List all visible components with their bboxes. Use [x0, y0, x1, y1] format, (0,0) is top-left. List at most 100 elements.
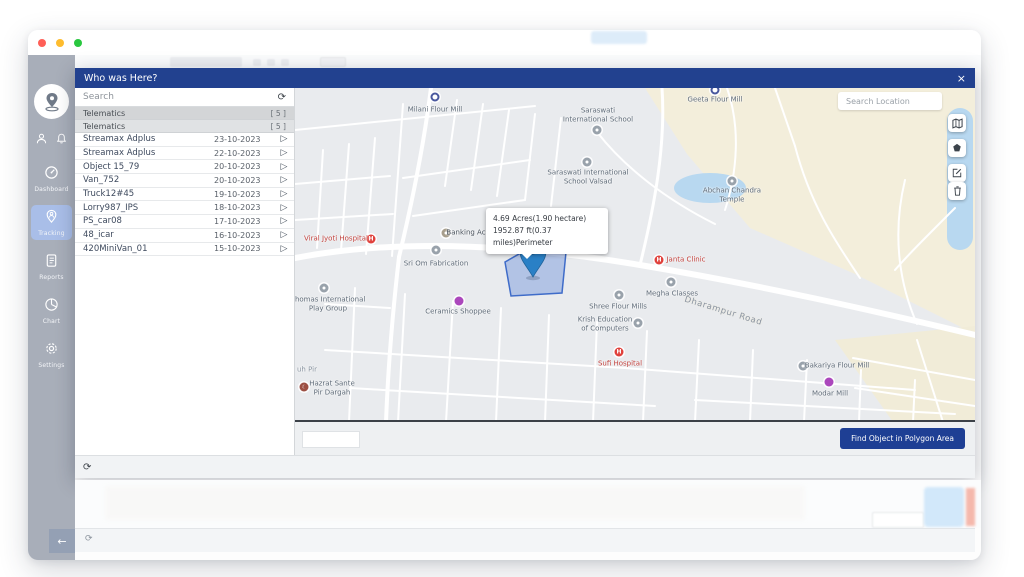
- vehicle-name: Truck12#45: [83, 189, 214, 199]
- play-icon[interactable]: ▷: [274, 175, 294, 185]
- vehicle-row[interactable]: 420MiniVan_0115-10-2023▷: [75, 243, 294, 257]
- vehicle-name: Object 15_79: [83, 162, 214, 172]
- sidebar-item-label: Settings: [38, 362, 64, 369]
- blurred-track-badge: [591, 31, 647, 44]
- play-icon[interactable]: ▷: [274, 244, 294, 254]
- sidebar-item-settings[interactable]: Settings: [31, 337, 72, 372]
- group-rows: Telematics[ 5 ]Telematics[ 5 ]: [75, 107, 294, 133]
- group-count: [ 5 ]: [271, 109, 286, 118]
- vehicle-rows: Streamax Adplus23-10-2023▷Streamax Adplu…: [75, 133, 294, 256]
- bell-icon[interactable]: [56, 133, 67, 144]
- vehicle-name: Streamax Adplus: [83, 148, 214, 158]
- panel-footer: ⟳: [75, 455, 975, 478]
- vehicle-name: PS_car08: [83, 216, 214, 226]
- polygon-icon: [952, 143, 962, 153]
- map-layers-button[interactable]: [948, 114, 966, 132]
- tooltip-perimeter-line: 1952.87 ft(0.37 miles)Perimeter: [493, 225, 601, 249]
- vehicle-name: Lorry987_IPS: [83, 203, 214, 213]
- vehicle-date: 23-10-2023: [214, 135, 274, 144]
- edit-icon: [952, 168, 962, 178]
- vehicle-row[interactable]: Object 15_7920-10-2023▷: [75, 160, 294, 174]
- play-icon[interactable]: ▷: [274, 162, 294, 172]
- tooltip-area-line: 4.69 Acres(1.90 hectare): [493, 213, 601, 225]
- close-window-button[interactable]: [38, 39, 46, 47]
- group-count: [ 5 ]: [271, 122, 286, 131]
- vehicle-row[interactable]: 48_icar16-10-2023▷: [75, 229, 294, 243]
- blurred-toolbar-icon: [267, 59, 275, 66]
- background-toolbar: [75, 55, 981, 69]
- vehicle-name: 420MiniVan_01: [83, 244, 214, 254]
- blurred-content: [105, 486, 805, 520]
- map-controls: [948, 88, 968, 420]
- play-icon[interactable]: ▷: [274, 189, 294, 199]
- play-icon[interactable]: ▷: [274, 148, 294, 158]
- vehicle-date: 15-10-2023: [214, 244, 274, 253]
- vehicle-date: 20-10-2023: [214, 176, 274, 185]
- panel-header: Who was Here? ×: [75, 68, 975, 88]
- app-logo: [34, 84, 69, 119]
- blurred-blue-box: [924, 487, 964, 527]
- group-row[interactable]: Telematics[ 5 ]: [75, 107, 294, 120]
- reports-icon: [44, 253, 59, 272]
- map-search-input[interactable]: [838, 92, 942, 110]
- sidebar-menu: Dashboard Tracking Reports Chart Settings: [31, 161, 72, 372]
- play-icon[interactable]: ▷: [274, 230, 294, 240]
- vehicle-date: 16-10-2023: [214, 231, 274, 240]
- sidebar-item-label: Chart: [43, 318, 61, 325]
- find-object-button[interactable]: Find Object in Polygon Area: [840, 428, 965, 449]
- who-was-here-panel: Who was Here? × ⟳ Telematics[ 5 ]Telemat…: [75, 68, 975, 478]
- blurred-red-box: [966, 488, 975, 526]
- map-canvas[interactable]: [295, 88, 975, 422]
- blurred-toolbar-box: [320, 57, 346, 67]
- vehicle-row[interactable]: Van_75220-10-2023▷: [75, 174, 294, 188]
- map-footer-input[interactable]: [302, 431, 360, 448]
- vehicle-row[interactable]: PS_car0817-10-2023▷: [75, 215, 294, 229]
- vehicle-name: Van_752: [83, 175, 214, 185]
- user-icon[interactable]: [36, 133, 47, 144]
- map[interactable]: Milani Flour MillSaraswati International…: [295, 88, 975, 422]
- maximize-window-button[interactable]: [74, 39, 82, 47]
- minimize-window-button[interactable]: [56, 39, 64, 47]
- play-icon[interactable]: ▷: [274, 203, 294, 213]
- list-refresh-icon[interactable]: ⟳: [278, 92, 286, 103]
- sidebar-item-label: Dashboard: [34, 186, 68, 193]
- location-pin-logo-icon: [41, 91, 63, 113]
- vehicle-date: 17-10-2023: [214, 217, 274, 226]
- map-layers-icon: [952, 118, 963, 129]
- vehicle-row[interactable]: Truck12#4519-10-2023▷: [75, 188, 294, 202]
- vehicle-date: 18-10-2023: [214, 203, 274, 212]
- draw-polygon-button[interactable]: [948, 139, 966, 157]
- blurred-toolbar-box: [170, 57, 242, 67]
- vehicle-row[interactable]: Lorry987_IPS18-10-2023▷: [75, 201, 294, 215]
- edit-polygon-button[interactable]: [948, 164, 966, 182]
- sidebar-item-tracking[interactable]: Tracking: [31, 205, 72, 240]
- panel-refresh-icon[interactable]: ⟳: [83, 462, 91, 473]
- sidebar-item-chart[interactable]: Chart: [31, 293, 72, 328]
- page: Dashboard Tracking Reports Chart Settings Wh…: [0, 0, 1024, 577]
- vehicle-name: Streamax Adplus: [83, 134, 214, 144]
- search-input[interactable]: [83, 92, 278, 102]
- back-button[interactable]: ←: [49, 529, 75, 553]
- sidebar-item-dashboard[interactable]: Dashboard: [31, 161, 72, 196]
- trash-icon: [953, 186, 962, 196]
- blurred-toolbar-icon: [281, 59, 289, 66]
- vehicle-list-panel: ⟳ Telematics[ 5 ]Telematics[ 5 ] Streama…: [75, 88, 295, 455]
- bottom-bar: ← ⟳: [75, 528, 975, 552]
- vehicle-name: 48_icar: [83, 230, 214, 240]
- bottom-refresh-icon[interactable]: ⟳: [85, 534, 93, 544]
- group-name: Telematics: [83, 122, 125, 131]
- play-icon[interactable]: ▷: [274, 134, 294, 144]
- sidebar-item-label: Reports: [39, 274, 63, 281]
- vehicle-row[interactable]: Streamax Adplus23-10-2023▷: [75, 133, 294, 147]
- settings-icon: [44, 341, 59, 360]
- window-titlebar: [28, 30, 981, 55]
- vehicle-row[interactable]: Streamax Adplus22-10-2023▷: [75, 147, 294, 161]
- sidebar-item-reports[interactable]: Reports: [31, 249, 72, 284]
- blurred-select: [872, 512, 924, 528]
- chart-icon: [44, 297, 59, 316]
- panel-close-icon[interactable]: ×: [957, 73, 966, 84]
- play-icon[interactable]: ▷: [274, 216, 294, 226]
- group-row[interactable]: Telematics [ 5 ]: [75, 120, 294, 133]
- vehicle-date: 22-10-2023: [214, 149, 274, 158]
- delete-polygon-button[interactable]: [948, 182, 966, 200]
